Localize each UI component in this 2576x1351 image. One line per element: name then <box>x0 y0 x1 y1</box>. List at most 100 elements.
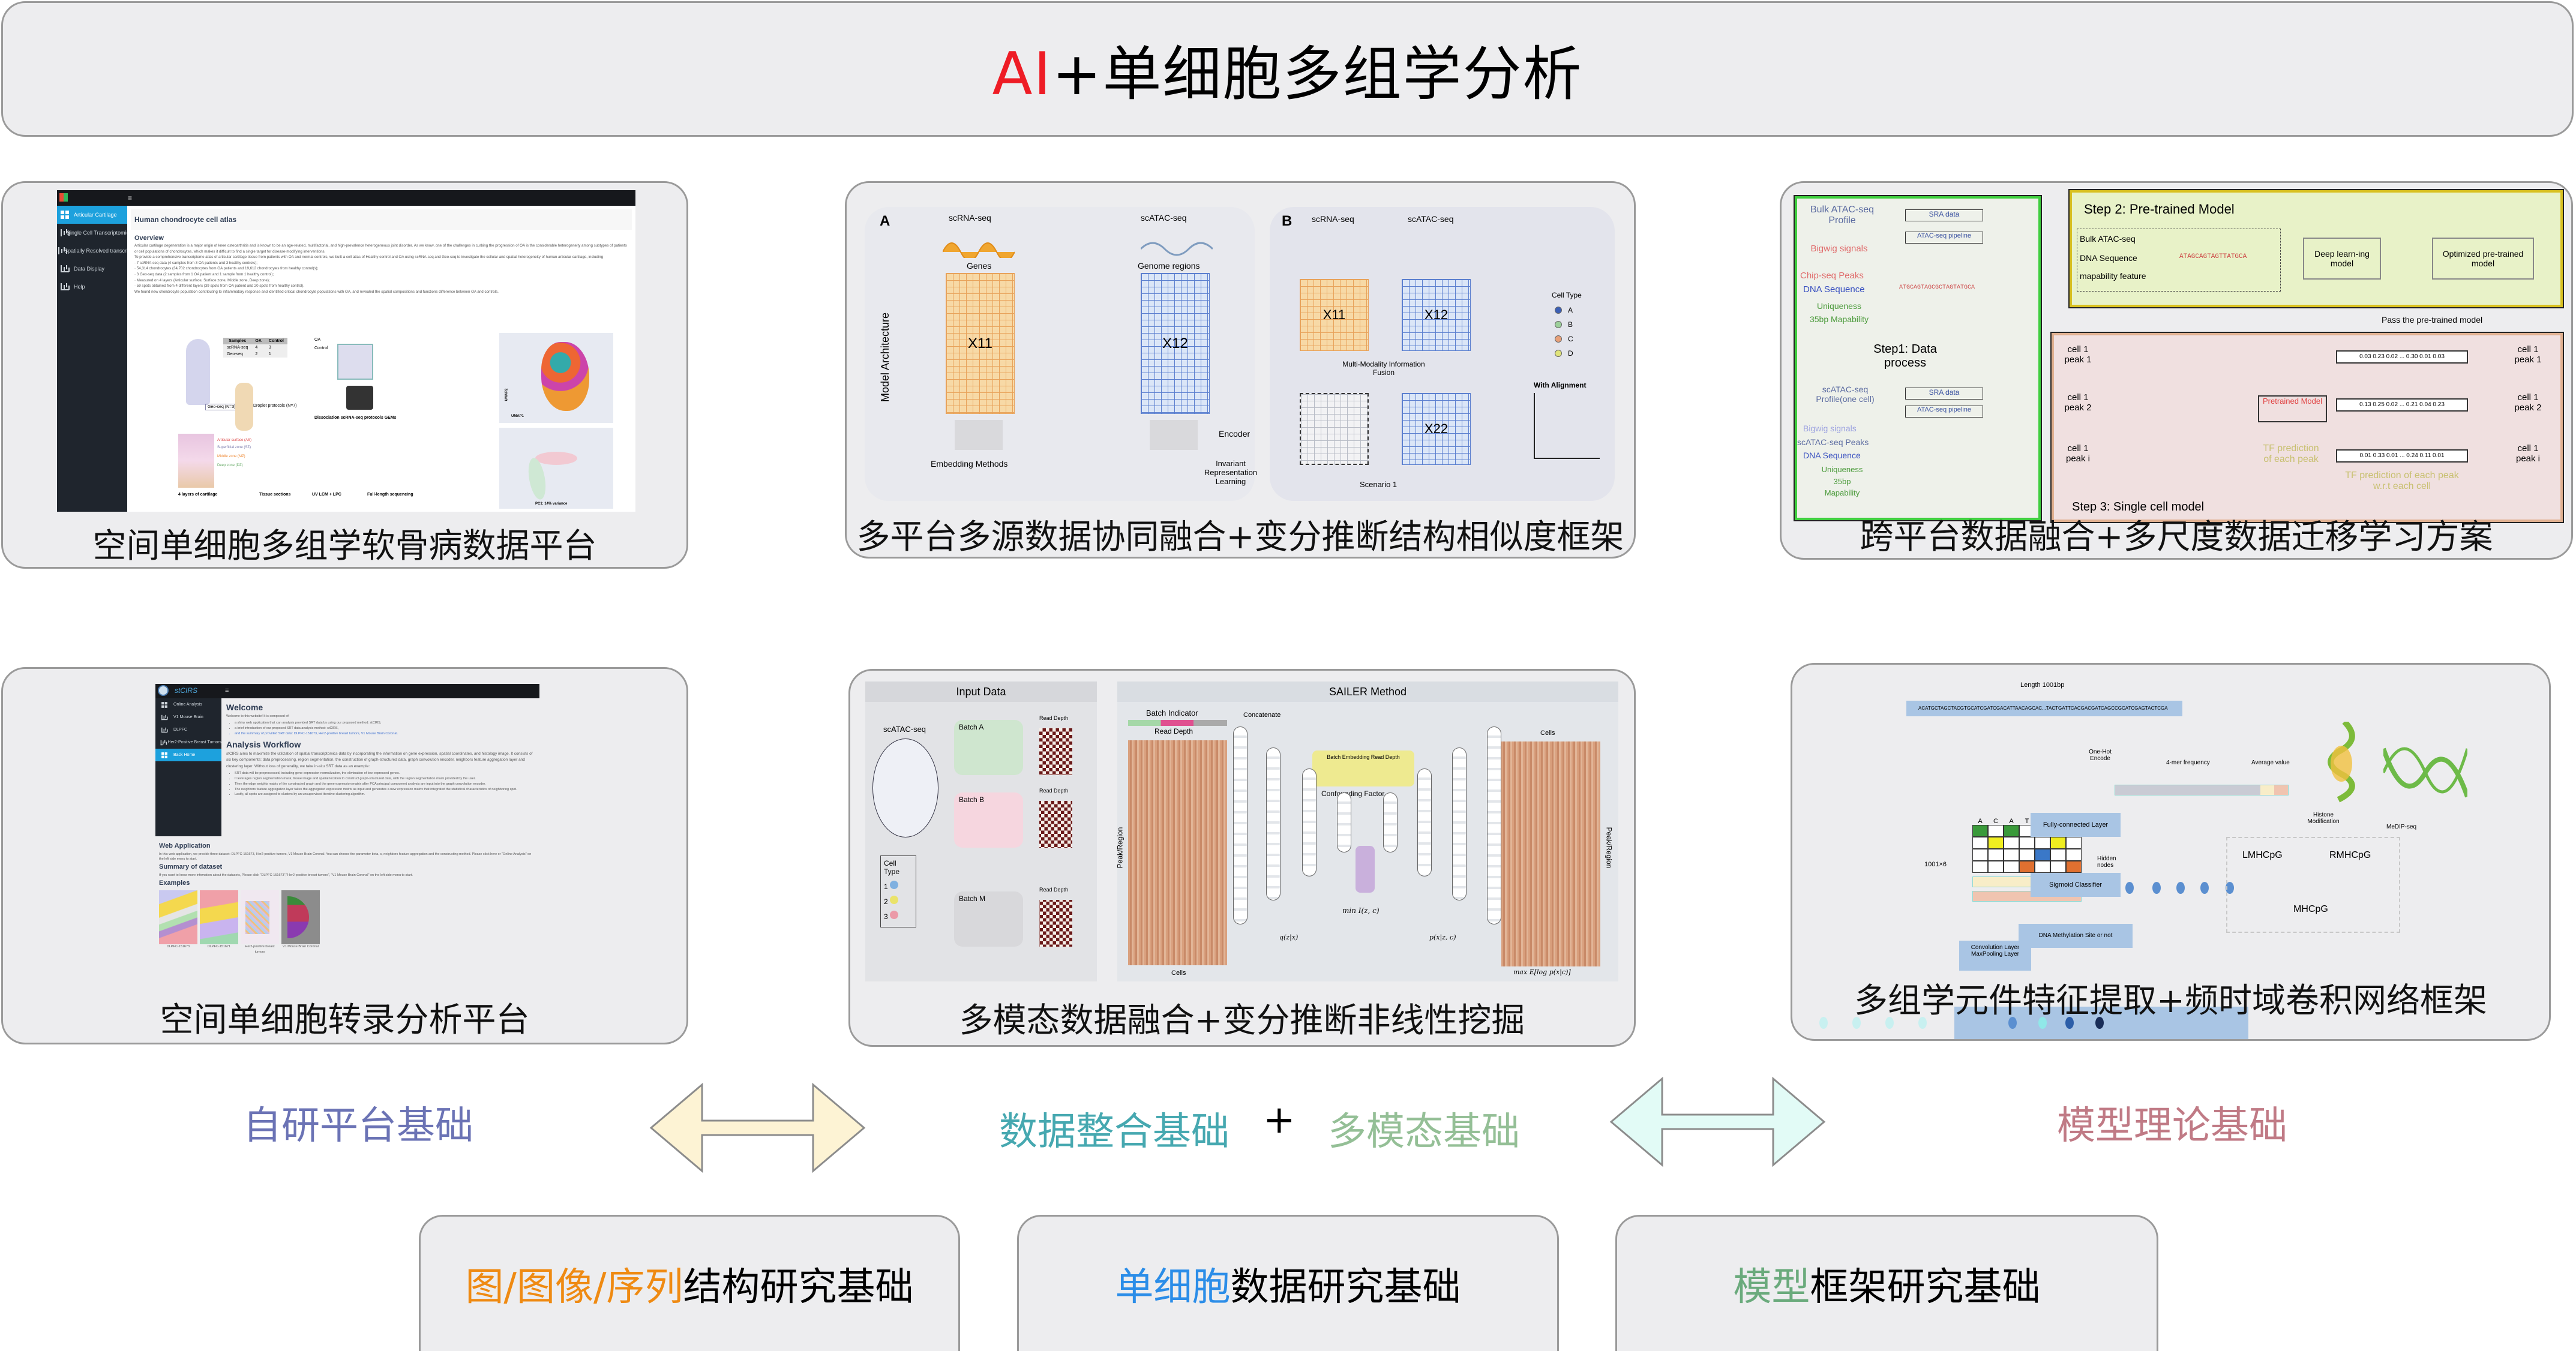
paragraph: Articular cartilage degeneration is a ma… <box>134 244 627 254</box>
onehot-cell <box>2050 837 2066 849</box>
onehot-cell <box>2035 849 2050 861</box>
example-card[interactable]: DLPFC-151673 <box>159 890 197 955</box>
input-data-title: Input Data <box>865 681 1097 702</box>
matrix-b-missing <box>1300 393 1369 465</box>
summary-heading: Summary of dataset <box>159 863 223 871</box>
sidebar-item-online-analysis[interactable]: Online Analysis <box>155 698 221 711</box>
layer-dz: Deep zone (DZ) <box>217 464 243 467</box>
sidebar-item-v1-mouse-brain[interactable]: V1 Mouse Brain <box>155 711 221 723</box>
onehot-cell <box>2066 849 2082 861</box>
site-topbar: stCIRS ≡ <box>155 684 539 698</box>
scenario-label: Scenario 1 <box>1360 480 1398 489</box>
min-i-label: min I(z, c) <box>1342 906 1380 915</box>
layers-figure <box>178 434 214 488</box>
kmer-bar <box>2115 785 2289 795</box>
bar-chart-icon <box>61 229 65 236</box>
feature-row-label: DNA Sequence <box>2080 253 2137 263</box>
droplet-label: Droplet protocols (N=7) <box>253 404 297 408</box>
q-label: q(z|x) <box>1279 933 1299 941</box>
onehot-cell <box>1972 849 1988 861</box>
onehot-cell <box>2066 861 2082 873</box>
paragraph: We found new chondrocyte population cont… <box>134 289 499 294</box>
sidebar-item-dlpfc[interactable]: DLPFC <box>155 723 221 736</box>
runner-figure <box>186 339 210 405</box>
sidebar-item-her2[interactable]: Her2-Positive Breast Tumors <box>155 736 221 749</box>
batch-indicator-label: Batch Indicator <box>1146 708 1198 717</box>
webapp-text: In this web application, we provide thre… <box>159 852 532 861</box>
sidebar-item-label: DLPFC <box>173 728 187 732</box>
matrix-label: X22 <box>1424 421 1449 436</box>
table-header: Samples <box>223 338 252 344</box>
example-label: V1 Mouse Brain Coronal <box>283 945 319 949</box>
example-card[interactable]: DLPFC-151671 <box>200 890 238 955</box>
example-label: Her2-positive breast tumors <box>245 945 275 954</box>
sidebar-item-back-home[interactable]: Back Home <box>155 749 221 761</box>
examples-row: DLPFC-151673 DLPFC-151671 Her2-positive … <box>159 890 536 955</box>
panel-caption: 多组学元件特征提取+频时域卷积网络框架 <box>1854 981 2487 1020</box>
hidden-node <box>2125 882 2134 894</box>
onehot-label: One-Hot Encode <box>2089 749 2112 762</box>
table-cell: 1 <box>268 352 271 356</box>
menu-icon[interactable]: ≡ <box>225 687 229 694</box>
welcome-list: a shiny web application that can analysi… <box>226 720 536 736</box>
fig-b-letter: B <box>1282 213 1293 229</box>
cell-type-legend: ABCD <box>1555 303 1573 361</box>
sidebar-item-label: Help <box>74 284 85 290</box>
matrix-label: X11 <box>1323 307 1346 322</box>
max-e-label: max E[log p(x|c)] <box>1513 968 1571 976</box>
example-card[interactable]: Her2-positive breast tumors <box>241 890 279 955</box>
embed-read-depth-label: Read Depth <box>1371 754 1400 760</box>
sidebar-item-single-cell[interactable]: Single Cell Transcriptomics <box>57 224 132 242</box>
example-thumbnail <box>200 890 238 945</box>
hidden-node <box>2200 882 2209 894</box>
overview-text: Articular cartilage degeneration is a ma… <box>127 243 635 295</box>
layer-as: Articular surface (AS) <box>217 439 252 442</box>
sc-sra-box: SRA data <box>1905 388 1983 400</box>
sequencer-icon <box>346 386 373 410</box>
pca-x-label: PC1: 14% variance <box>535 502 568 506</box>
peak-matrix-b <box>1039 801 1072 848</box>
workflow-text: stCIRS aims to maximize the utilization … <box>226 751 533 768</box>
workflow-heading: Analysis Workflow <box>226 739 301 749</box>
nucleus-illustration <box>872 738 938 837</box>
cell-type-number: 1 <box>884 882 888 891</box>
cell-type-item: B <box>1555 317 1573 332</box>
example-card[interactable]: V1 Mouse Brain Coronal <box>281 890 320 955</box>
sidebar-item-data-display[interactable]: Data Display <box>57 260 127 278</box>
bigwig-label: Bigwig signals <box>1810 244 1868 254</box>
cell-peak-1: cell 1 peak 1 <box>2064 344 2092 365</box>
site-lower-content: Web Application In this web application,… <box>159 841 536 955</box>
fusion-label: Multi-Modality Information Fusion <box>1342 360 1425 377</box>
onehot-cell <box>2019 849 2035 861</box>
cell-type-item: 1 <box>884 881 913 891</box>
box-rest: 框架研究基础 <box>1810 1265 2041 1310</box>
sidebar-item-help[interactable]: Help <box>57 278 127 296</box>
sidebar-item-articular-cartilage[interactable]: Articular Cartilage <box>57 206 127 224</box>
sidebar-item-spatial[interactable]: Spatially Resolved transcriptomics <box>57 242 146 260</box>
embedding-network <box>955 420 1003 450</box>
paragraph: · 59 spots obtained from 4 different lay… <box>134 284 304 289</box>
cell-peak-i: cell 1 peak i <box>2065 443 2091 464</box>
workflow-list: SRT data will be preprocessed, including… <box>226 771 536 797</box>
title-banner: AI+单细胞多组学分析 <box>1 1 2574 137</box>
dissociation-label: Dissociation scRNA-seq protocols GEMs <box>314 416 397 420</box>
confounding-label: Confounding Factor <box>1321 789 1385 798</box>
batch-m-box: Batch M <box>954 891 1023 947</box>
batch-indicator-bar <box>1128 720 1227 726</box>
bar-chart-icon <box>58 247 62 254</box>
matrix-label: X12 <box>1424 307 1449 322</box>
list-item[interactable]: and the summary of provided SRT data: DL… <box>235 731 536 737</box>
bar-chart-icon <box>61 283 69 290</box>
sigmoid-box: Sigmoid Classifier <box>2031 873 2121 897</box>
table-header: OA <box>251 338 265 344</box>
menu-icon[interactable]: ≡ <box>128 194 132 202</box>
read-depth-bar-label: Read Depth <box>1154 727 1193 735</box>
matrix-label: X11 <box>968 335 992 352</box>
model-architecture-label: Model Architecture <box>879 312 892 403</box>
onehot-cell <box>2019 837 2035 849</box>
figure-b: B scRNA-seq scATAC-seq X11 X12 X22 Multi… <box>1270 207 1615 501</box>
output-cells-label: Cells <box>1540 729 1555 737</box>
site-content: Welcome Welcome to this website! It is c… <box>226 701 536 798</box>
step-lcm: UV LCM + LPC <box>312 493 341 497</box>
b-scatac-label: scATAC-seq <box>1408 214 1454 224</box>
